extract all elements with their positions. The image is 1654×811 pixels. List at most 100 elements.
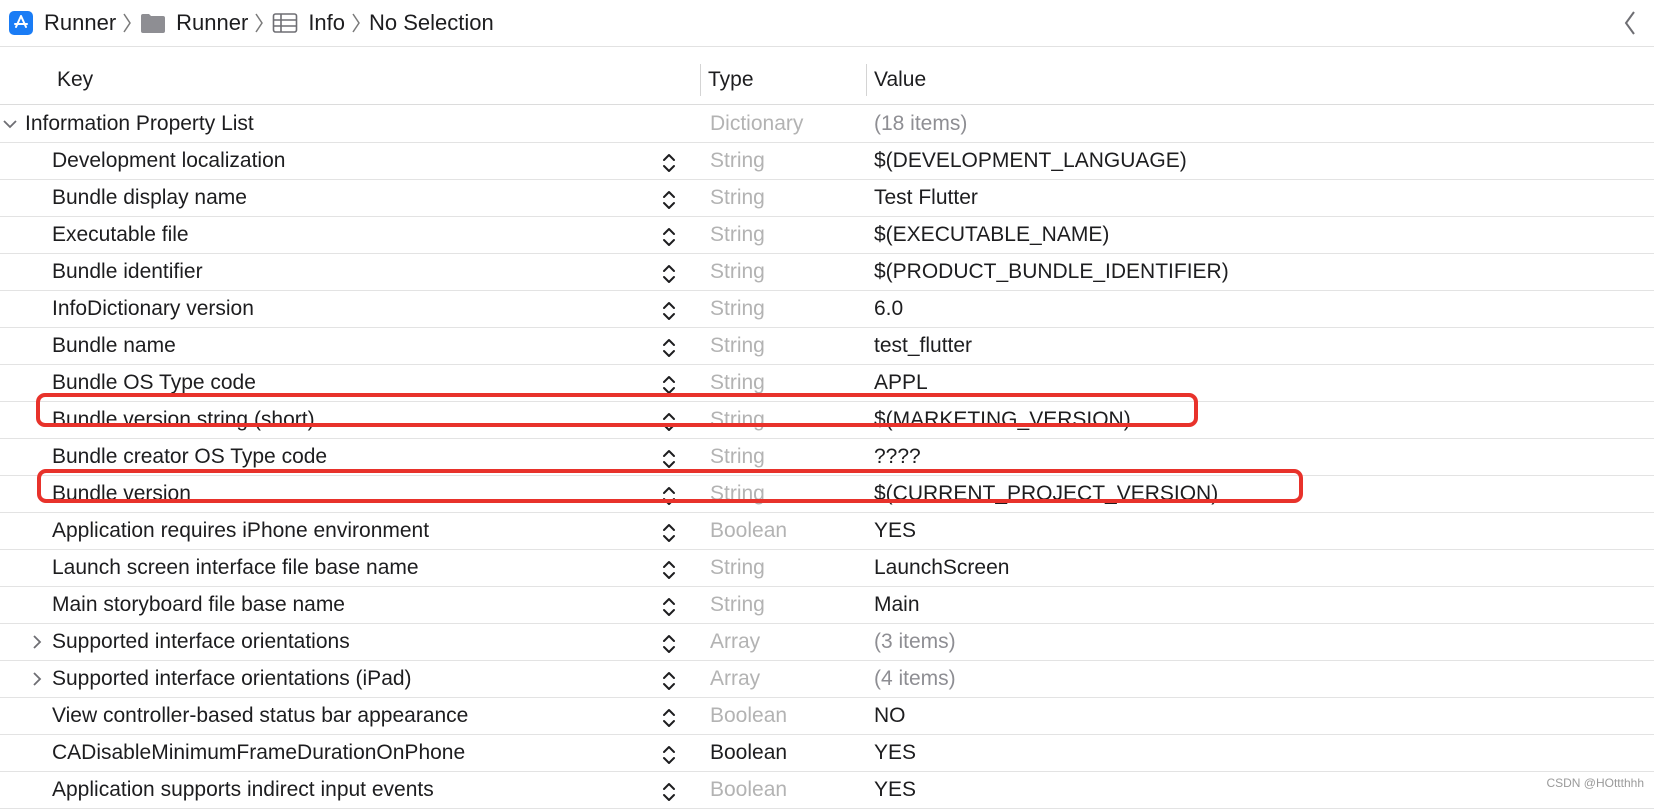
table-row[interactable]: Supported interface orientations Array (3 … — [0, 624, 1654, 661]
row-type[interactable]: String — [710, 180, 765, 216]
table-row-root[interactable]: Information Property List Dictionary (18… — [0, 106, 1654, 143]
highlight-box-short-version — [36, 393, 1198, 427]
table-icon — [272, 12, 298, 34]
table-row[interactable]: Application requires iPhone environment B… — [0, 513, 1654, 550]
folder-icon — [140, 12, 166, 34]
column-divider[interactable] — [866, 64, 867, 96]
table-row[interactable]: Bundle display name String Test Flutter — [0, 180, 1654, 217]
table-row[interactable]: Launch screen interface file base name St… — [0, 550, 1654, 587]
row-key[interactable]: InfoDictionary version — [52, 291, 254, 327]
breadcrumb-item-selection[interactable]: No Selection — [369, 0, 494, 46]
chevron-down-icon[interactable] — [1, 115, 19, 133]
row-type[interactable]: Boolean — [710, 735, 787, 771]
key-stepper-icon[interactable] — [661, 631, 677, 657]
key-stepper-icon[interactable] — [661, 150, 677, 176]
key-stepper-icon[interactable] — [661, 520, 677, 546]
breadcrumb-label: Info — [308, 10, 346, 35]
row-value[interactable]: (4 items) — [874, 661, 956, 697]
row-type[interactable]: String — [710, 550, 765, 586]
app-store-icon — [8, 10, 34, 36]
row-key[interactable]: Development localization — [52, 143, 285, 179]
table-header: Key Type Value — [0, 56, 1654, 105]
table-row[interactable]: Bundle name String test_flutter — [0, 328, 1654, 365]
table-row[interactable]: Supported interface orientations (iPad) A… — [0, 661, 1654, 698]
row-key[interactable]: CADisableMinimumFrameDurationOnPhone — [52, 735, 465, 771]
row-type[interactable]: String — [710, 328, 765, 364]
table-row[interactable]: View controller-based status bar appeara… — [0, 698, 1654, 735]
row-value[interactable]: Test Flutter — [874, 180, 978, 216]
row-key[interactable]: Main storyboard file base name — [52, 587, 345, 623]
table-row[interactable]: Bundle identifier String $(PRODUCT_BUNDLE_… — [0, 254, 1654, 291]
breadcrumb-item-file[interactable]: Info — [272, 0, 345, 46]
column-divider[interactable] — [700, 64, 701, 96]
key-stepper-icon[interactable] — [661, 779, 677, 805]
row-type[interactable]: Boolean — [710, 772, 787, 808]
row-key[interactable]: View controller-based status bar appeara… — [52, 698, 468, 734]
key-stepper-icon[interactable] — [661, 705, 677, 731]
row-key[interactable]: Executable file — [52, 217, 189, 253]
table-row[interactable]: Main storyboard file base name String Main — [0, 587, 1654, 624]
key-stepper-icon[interactable] — [661, 261, 677, 287]
key-stepper-icon[interactable] — [661, 557, 677, 583]
watermark: CSDN @HOttthhh — [1546, 776, 1644, 790]
key-stepper-icon[interactable] — [661, 187, 677, 213]
row-type[interactable]: String — [710, 291, 765, 327]
table-row[interactable]: Executable file String $(EXECUTABLE_NAME) — [0, 217, 1654, 254]
row-key[interactable]: Supported interface orientations (iPad) — [52, 661, 412, 697]
row-type[interactable]: Array — [710, 661, 760, 697]
row-type[interactable]: String — [710, 143, 765, 179]
chevron-right-icon[interactable] — [28, 633, 46, 651]
row-type: Dictionary — [710, 112, 804, 135]
row-value[interactable]: (3 items) — [874, 624, 956, 660]
row-key: Information Property List — [25, 112, 254, 135]
row-type[interactable]: String — [710, 587, 765, 623]
row-type[interactable]: Boolean — [710, 513, 787, 549]
key-stepper-icon[interactable] — [661, 742, 677, 768]
row-value[interactable]: YES — [874, 735, 916, 771]
row-type[interactable]: String — [710, 254, 765, 290]
table-row[interactable]: Application supports indirect input even… — [0, 772, 1654, 809]
row-key[interactable]: Bundle display name — [52, 180, 247, 216]
breadcrumb-item-project[interactable]: Runner — [8, 0, 116, 46]
row-value[interactable]: Main — [874, 587, 920, 623]
row-value[interactable]: NO — [874, 698, 906, 734]
row-value[interactable]: LaunchScreen — [874, 550, 1009, 586]
row-type[interactable]: String — [710, 217, 765, 253]
row-key[interactable]: Application supports indirect input even… — [52, 772, 434, 808]
table-row[interactable]: Development localization String $(DEVELOPM… — [0, 143, 1654, 180]
chevron-right-icon[interactable] — [28, 670, 46, 688]
breadcrumb-item-folder[interactable]: Runner — [140, 0, 248, 46]
row-value[interactable]: 6.0 — [874, 291, 903, 327]
table-row[interactable]: CADisableMinimumFrameDurationOnPhone Bool… — [0, 735, 1654, 772]
row-value[interactable]: test_flutter — [874, 328, 972, 364]
key-stepper-icon[interactable] — [661, 668, 677, 694]
column-header-value[interactable]: Value — [874, 56, 926, 104]
plist-table: Information Property List Dictionary (18… — [0, 106, 1654, 809]
key-stepper-icon[interactable] — [661, 335, 677, 361]
row-value: (18 items) — [874, 112, 968, 135]
row-type[interactable]: Boolean — [710, 698, 787, 734]
row-key[interactable]: Launch screen interface file base name — [52, 550, 419, 586]
row-value[interactable]: $(EXECUTABLE_NAME) — [874, 217, 1109, 253]
key-stepper-icon[interactable] — [661, 298, 677, 324]
row-type[interactable]: Array — [710, 624, 760, 660]
row-key[interactable]: Bundle identifier — [52, 254, 203, 290]
breadcrumb: Runner Runner Info No Selection — [0, 0, 1654, 47]
row-value[interactable]: YES — [874, 513, 916, 549]
row-key[interactable]: Bundle name — [52, 328, 176, 364]
highlight-box-bundle-version — [37, 469, 1303, 503]
table-row[interactable]: InfoDictionary version String 6.0 — [0, 291, 1654, 328]
key-stepper-icon[interactable] — [661, 594, 677, 620]
key-stepper-icon[interactable] — [661, 224, 677, 250]
row-value[interactable]: YES — [874, 772, 916, 808]
chevron-left-icon[interactable] — [1618, 9, 1642, 37]
chevron-right-icon — [254, 11, 264, 35]
breadcrumb-label: Runner — [176, 10, 249, 35]
column-header-type[interactable]: Type — [708, 56, 754, 104]
row-key[interactable]: Application requires iPhone environment — [52, 513, 429, 549]
row-value[interactable]: $(DEVELOPMENT_LANGUAGE) — [874, 143, 1187, 179]
chevron-right-icon — [122, 11, 132, 35]
row-value[interactable]: $(PRODUCT_BUNDLE_IDENTIFIER) — [874, 254, 1229, 290]
column-header-key[interactable]: Key — [57, 56, 93, 104]
row-key[interactable]: Supported interface orientations — [52, 624, 350, 660]
